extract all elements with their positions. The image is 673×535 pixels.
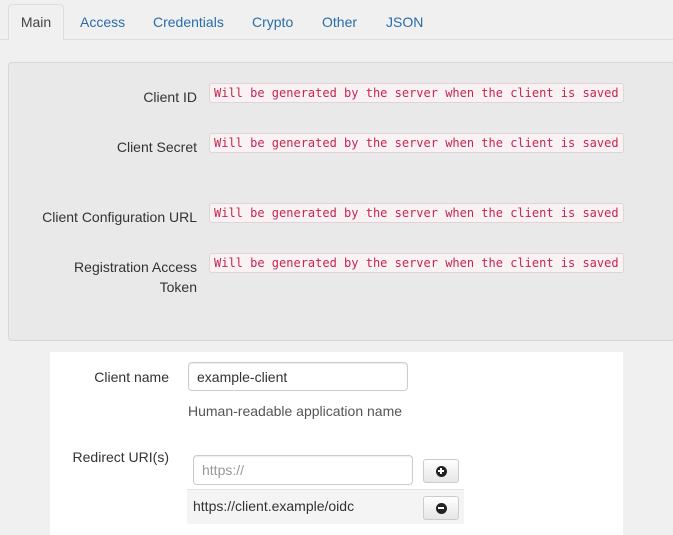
- client-id-label: Client ID: [143, 89, 197, 105]
- minus-circle-icon: [435, 502, 447, 514]
- add-redirect-uri-button[interactable]: [423, 459, 459, 483]
- tab-credentials[interactable]: Credentials: [153, 7, 224, 39]
- tab-json[interactable]: JSON: [386, 7, 423, 39]
- client-name-label: Client name: [94, 369, 169, 385]
- plus-circle-icon: [435, 465, 447, 477]
- client-form: Client name Human-readable application n…: [50, 352, 623, 535]
- redirect-uri-list-item: https://client.example/oidc: [187, 489, 464, 524]
- redirect-uris-label: Redirect URI(s): [72, 449, 169, 465]
- tab-other[interactable]: Other: [322, 7, 357, 39]
- client-secret-value: Will be generated by the server when the…: [209, 133, 624, 153]
- client-name-input[interactable]: [188, 362, 408, 391]
- client-config-url-label: Client Configuration URL: [42, 209, 197, 225]
- tab-crypto[interactable]: Crypto: [252, 7, 293, 39]
- remove-redirect-uri-button[interactable]: [423, 496, 459, 520]
- redirect-uri-input[interactable]: [193, 455, 413, 485]
- client-config-url-value: Will be generated by the server when the…: [209, 203, 624, 223]
- registration-access-token-value: Will be generated by the server when the…: [209, 253, 624, 273]
- tab-main[interactable]: Main: [8, 4, 64, 40]
- registration-access-token-label-line2: Token: [159, 279, 197, 295]
- client-id-value: Will be generated by the server when the…: [209, 83, 624, 103]
- generated-values-panel: Client ID Will be generated by the serve…: [8, 62, 673, 341]
- tab-bar: Main Access Credentials Crypto Other JSO…: [0, 0, 673, 40]
- redirect-uri-value: https://client.example/oidc: [193, 498, 355, 514]
- registration-access-token-label-line1: Registration Access: [74, 259, 197, 275]
- client-name-help: Human-readable application name: [188, 403, 403, 419]
- tab-access[interactable]: Access: [80, 7, 125, 39]
- tab-divider: [0, 39, 673, 40]
- client-secret-label: Client Secret: [116, 139, 197, 155]
